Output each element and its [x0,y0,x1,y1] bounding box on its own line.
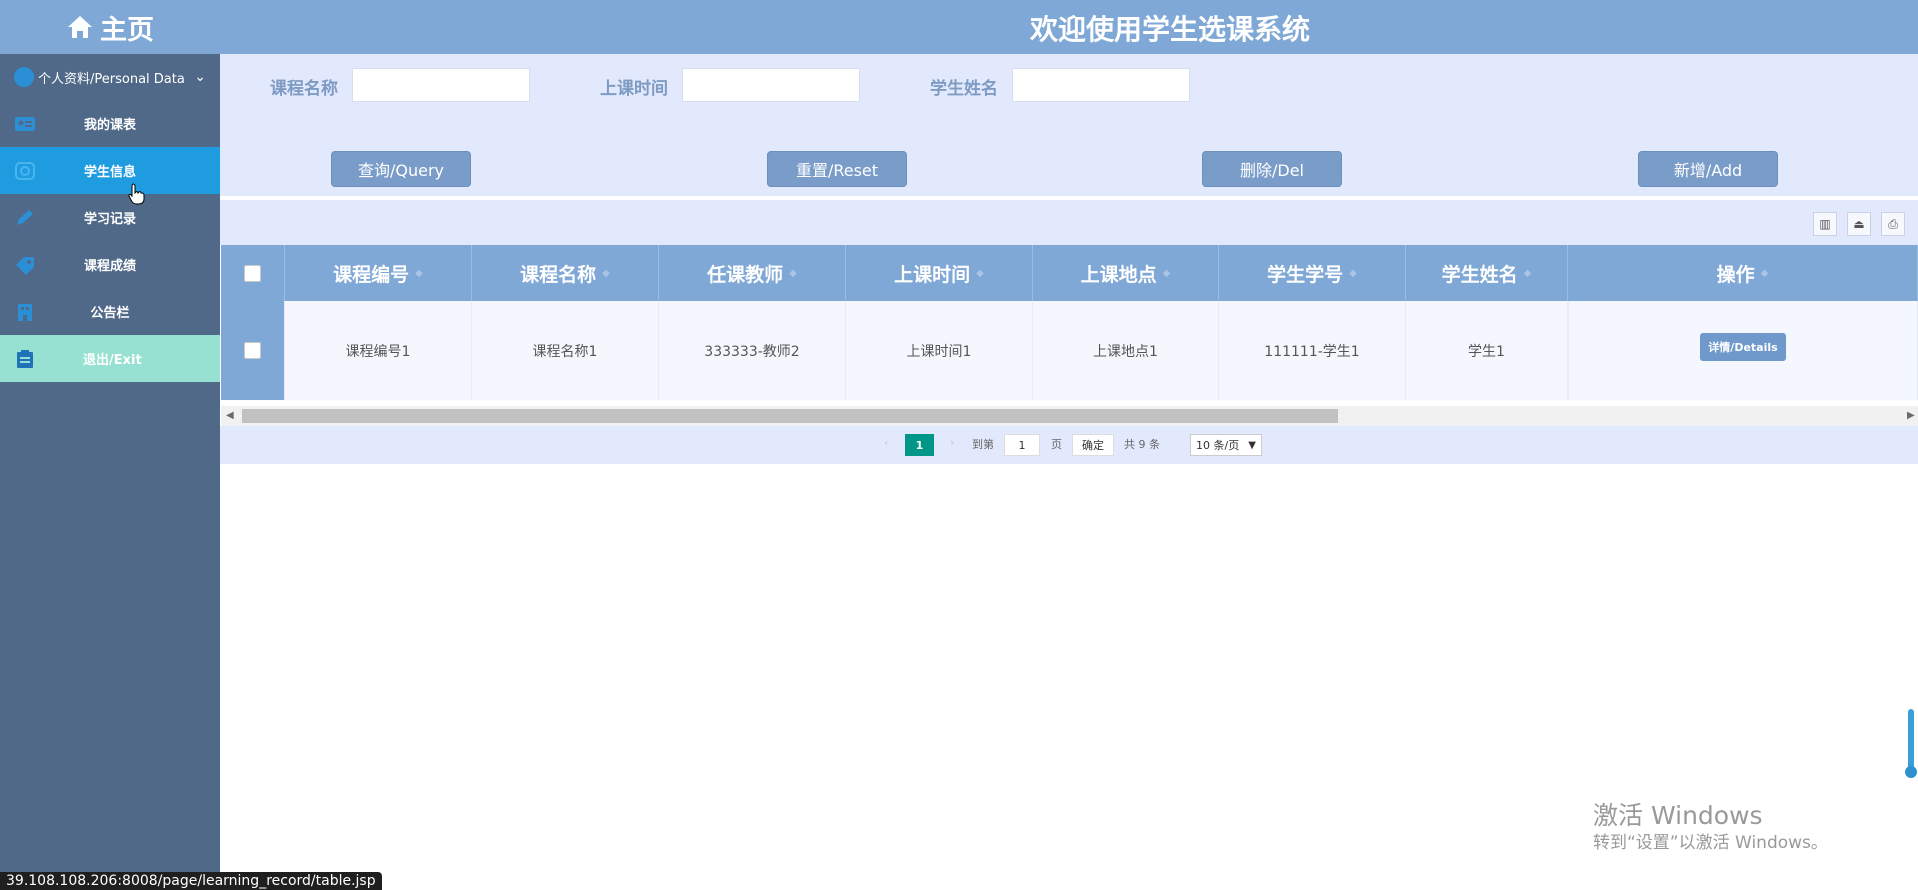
prev-page-icon[interactable]: ‹ [884,436,888,449]
globe-icon [14,67,34,87]
cell-course-name: 课程名称1 [472,301,659,400]
class-time-label: 上课时间 [600,79,668,99]
horizontal-scrollbar[interactable]: ◀ ▶ [221,406,1918,426]
search-panel: 课程名称 上课时间 学生姓名 查询/Query 重置/Reset 删除/Del … [220,54,1918,198]
profile-menu[interactable]: 个人资料/Personal Data ⌄ [0,54,220,100]
scroll-right-icon[interactable]: ▶ [1907,410,1915,421]
sort-icon: ◆ [789,267,797,279]
sidebar-item-student-info[interactable]: 学生信息 [0,147,220,194]
sidebar-item-bulletin[interactable]: 公告栏 [0,288,220,335]
sort-icon: ◆ [1162,267,1171,279]
chevron-down-icon: ⌄ [194,69,206,85]
class-time-input[interactable] [682,68,860,102]
sort-icon: ◆ [1760,267,1769,279]
home-label: 主页 [100,14,154,46]
scrollbar-thumb[interactable] [242,409,1338,423]
columns-icon[interactable]: ▥ [1813,212,1837,236]
tag-icon [16,257,34,275]
camera-icon [15,162,35,180]
column-header-location[interactable]: 上课地点 ◆ [1033,245,1219,301]
column-header-student-name[interactable]: 学生姓名 ◆ [1406,245,1568,301]
details-button[interactable]: 详情/Details [1700,332,1786,361]
home-icon [68,16,92,38]
page-title: 欢迎使用学生选课系统 [1030,13,1311,46]
data-table: 课程编号 ◆ 课程名称 ◆ 任课教师 ◆ 上课时间 ◆ 上课地点 ◆ 学生学号 ◆ 学生姓名… [221,245,1918,405]
course-name-input[interactable] [352,68,530,102]
select-all-checkbox[interactable] [244,264,261,282]
table-header: 课程编号 ◆ 课程名称 ◆ 任课教师 ◆ 上课时间 ◆ 上课地点 ◆ 学生学号 ◆ 学生姓名… [221,245,1918,301]
windows-activation-title: 激活 Windows [1593,801,1763,830]
course-name-label: 课程名称 [270,79,338,99]
page-number-current[interactable]: 1 [905,434,934,456]
top-header: 欢迎使用学生选课系统 [220,0,1918,54]
cell-teacher: 333333-教师2 [659,301,846,400]
query-button[interactable]: 查询/Query [331,151,471,187]
cell-student-name: 学生1 [1406,301,1568,400]
row-checkbox-cell [221,301,285,400]
home-link[interactable]: 主页 [0,0,220,54]
column-header-actions[interactable]: 操作 ◆ [1568,245,1918,301]
page-size-select[interactable]: 10 条/页 ▼ [1190,434,1262,456]
pencil-icon [17,210,33,225]
cell-class-time: 上课时间1 [846,301,1033,400]
column-header-teacher[interactable]: 任课教师 ◆ [659,245,846,301]
next-page-icon[interactable]: › [950,436,954,449]
pagination: ‹ 1 › 到第 1 页 确定 共 9 条 10 条/页 ▼ [220,426,1918,464]
id-card-icon [15,117,35,131]
column-header-class-time[interactable]: 上课时间 ◆ [846,245,1033,301]
column-header-course-id[interactable]: 课程编号 ◆ [285,245,472,301]
scroll-indicator-dot [1905,766,1917,778]
chevron-down-icon: ▼ [1248,439,1256,451]
column-header-student-id[interactable]: 学生学号 ◆ [1219,245,1406,301]
sort-icon: ◆ [415,267,423,279]
page-suffix: 页 [1051,438,1062,451]
delete-button[interactable]: 删除/Del [1202,151,1342,187]
student-name-input[interactable] [1012,68,1190,102]
sidebar-item-study-records[interactable]: 学习记录 [0,194,220,241]
header-checkbox-cell [221,245,285,301]
sidebar-item-my-schedule[interactable]: 我的课表 [0,100,220,147]
scroll-left-icon[interactable]: ◀ [226,410,234,421]
goto-confirm-button[interactable]: 确定 [1072,434,1114,456]
clipboard-icon [17,350,33,368]
building-icon [18,304,32,321]
cell-actions: 详情/Details [1568,301,1918,400]
student-name-label: 学生姓名 [930,79,998,99]
hand-cursor-icon [128,183,145,205]
goto-page-input[interactable]: 1 [1004,434,1040,456]
row-checkbox[interactable] [244,342,261,359]
goto-label: 到第 [972,438,994,451]
sort-icon: ◆ [602,267,610,279]
sort-icon: ◆ [1349,267,1357,279]
table-row: 课程编号1 课程名称1 333333-教师2 上课时间1 上课地点1 11111… [221,301,1918,400]
print-icon[interactable]: ⎙ [1881,212,1905,236]
cell-student-id: 111111-学生1 [1219,301,1406,400]
export-icon[interactable]: ⏏ [1847,212,1871,236]
status-bar-url: 39.108.108.206:8008/page/learning_record… [0,872,382,890]
sidebar-item-exit[interactable]: 退出/Exit [0,335,220,382]
table-toolbar: ▥ ⏏ ⎙ [220,200,1918,245]
page-size-value: 10 条/页 [1196,439,1240,452]
add-button[interactable]: 新增/Add [1638,151,1778,187]
sidebar-item-course-grades[interactable]: 课程成绩 [0,241,220,288]
cell-location: 上课地点1 [1033,301,1219,400]
column-header-course-name[interactable]: 课程名称 ◆ [472,245,659,301]
reset-button[interactable]: 重置/Reset [767,151,907,187]
cell-course-id: 课程编号1 [285,301,472,400]
sidebar: 主页 个人资料/Personal Data ⌄ 我的课表 学生信息 学习记录 课… [0,0,220,890]
total-count: 共 9 条 [1124,438,1160,451]
sort-icon: ◆ [976,267,984,279]
profile-label: 个人资料/Personal Data [38,71,185,87]
windows-activation-hint: 转到“设置”以激活 Windows。 [1593,833,1828,853]
sort-icon: ◆ [1523,267,1532,279]
